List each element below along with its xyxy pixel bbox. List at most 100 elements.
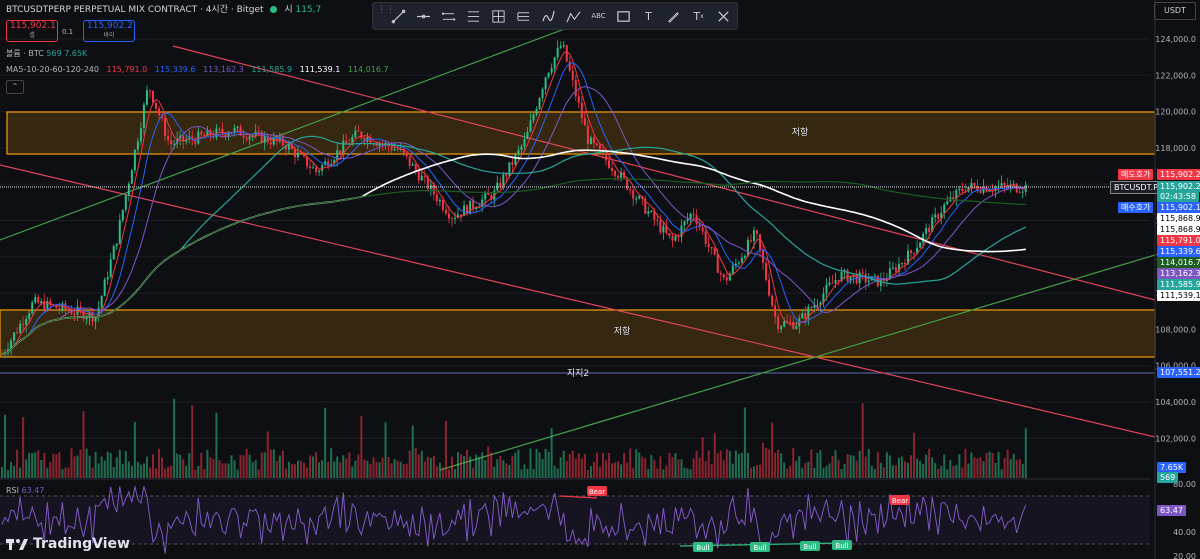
volume-bar	[164, 468, 167, 478]
tradingview-logo[interactable]: TradingView	[6, 536, 130, 552]
candle-body	[112, 245, 115, 260]
volume-bar	[354, 460, 357, 478]
volume-bar	[43, 452, 46, 478]
candle-body	[611, 168, 614, 171]
volume-bar	[1003, 458, 1006, 478]
abc-tool-label: ABC	[591, 12, 606, 20]
grid-icon[interactable]	[487, 5, 510, 27]
candle-body	[170, 139, 173, 144]
rectangle-icon[interactable]	[612, 5, 635, 27]
volume-legend-label: 볼륨 · BTC	[6, 49, 44, 58]
candle-body	[780, 326, 783, 330]
candle-body	[743, 255, 746, 258]
buy-button[interactable]: 115,902.2 바이	[83, 20, 135, 42]
candle-body	[469, 200, 472, 215]
currency-selector[interactable]: USDT	[1154, 2, 1196, 20]
collapse-legend-button[interactable]: ⌃	[6, 80, 24, 94]
abc-text-icon[interactable]: ABC	[587, 5, 610, 27]
toolbar-grip-icon[interactable]: ⋮⋮	[377, 6, 395, 25]
volume-bar	[405, 463, 408, 478]
volume-bar	[167, 466, 170, 478]
candle-body	[164, 118, 167, 137]
pitchfork-icon[interactable]	[512, 5, 535, 27]
volume-bar	[931, 457, 934, 478]
parallel-channel-icon[interactable]	[437, 5, 460, 27]
price-label-5: 114,016.7	[1157, 257, 1200, 268]
resistance-zone-lower-label: 저항	[614, 326, 631, 337]
volume-bar	[263, 452, 266, 478]
volume-bar	[514, 452, 517, 478]
volume-bar	[324, 407, 327, 478]
candle-body	[496, 182, 499, 191]
text-icon[interactable]: T	[637, 5, 660, 27]
volume-bar	[106, 451, 109, 478]
volume-bar	[786, 468, 789, 478]
volume-bar	[97, 463, 100, 478]
wave-icon[interactable]	[537, 5, 560, 27]
volume-bar	[179, 454, 182, 478]
volume-bar	[577, 453, 580, 478]
candle-body	[315, 167, 318, 172]
volume-bar	[4, 414, 7, 478]
candle-body	[592, 137, 595, 144]
abc-pattern-icon[interactable]	[562, 5, 585, 27]
candle-body	[544, 77, 547, 90]
volume-bar	[873, 469, 876, 478]
volume-bar	[743, 407, 746, 478]
candle-body	[532, 114, 535, 121]
candle-body	[910, 250, 913, 253]
candle-body	[16, 332, 19, 334]
candle-body	[922, 233, 925, 243]
candle-body	[659, 220, 662, 233]
volume-bar	[136, 461, 139, 478]
symbol-header[interactable]: BTCUSDTPERP PERPETUAL MIX CONTRACT · 4시간…	[6, 2, 321, 15]
volume-legend[interactable]: 볼륨 · BTC 569 7.65K	[6, 48, 87, 59]
volume-bar	[879, 462, 882, 478]
volume-bar	[212, 459, 215, 478]
market-open-icon	[270, 6, 278, 13]
bid-value: 115,902.1	[1157, 202, 1200, 213]
volume-bar	[816, 452, 819, 478]
volume-bar	[897, 457, 900, 478]
volume-bar	[825, 466, 828, 478]
volume-bar	[771, 422, 774, 478]
candle-body	[722, 274, 725, 278]
candle-body	[583, 118, 586, 126]
volume-bar	[227, 463, 230, 478]
drawing-toolbar[interactable]: ⋮⋮ ABC T Tx	[372, 2, 738, 30]
close-toolbar-icon[interactable]	[712, 5, 735, 27]
sell-button[interactable]: 115,902.1 셀	[6, 20, 58, 42]
candle-body	[435, 194, 438, 202]
chart-canvas[interactable]: 124,000.0122,000.0120,000.0118,000.0116,…	[0, 0, 1200, 559]
fib-retracement-icon[interactable]	[462, 5, 485, 27]
volume-bar	[822, 468, 825, 478]
volume-bar	[333, 461, 336, 478]
brush-icon[interactable]	[662, 5, 685, 27]
candle-body	[124, 195, 127, 210]
price-tick-label: 104,000.0	[1155, 398, 1196, 407]
cursor-line-icon[interactable]	[387, 5, 410, 27]
candle-body	[704, 231, 707, 244]
logo-text: TradingView	[33, 536, 130, 552]
candle-body	[756, 230, 758, 235]
volume-bar	[435, 466, 438, 478]
open-label: 시	[284, 5, 293, 15]
volume-bar	[544, 448, 547, 478]
ma-legend[interactable]: MA5-10-20-60-120-240 115,791.0 115,339.6…	[6, 65, 394, 74]
volume-bar	[206, 449, 209, 478]
text-style-icon[interactable]: Tx	[687, 5, 710, 27]
volume-bar	[70, 448, 73, 478]
volume-bar	[559, 457, 562, 478]
volume-bar	[716, 453, 719, 478]
volume-bar	[653, 459, 656, 478]
volume-bar	[943, 454, 946, 478]
horizontal-line-icon[interactable]	[412, 5, 435, 27]
volume-bar	[601, 452, 604, 478]
volume-bar	[493, 466, 496, 478]
candle-body	[218, 128, 221, 130]
volume-bar	[369, 463, 372, 478]
volume-bar	[662, 469, 665, 478]
volume-bar	[813, 467, 816, 478]
rsi-legend[interactable]: RSI 63.47	[6, 486, 44, 495]
candle-body	[411, 164, 414, 166]
